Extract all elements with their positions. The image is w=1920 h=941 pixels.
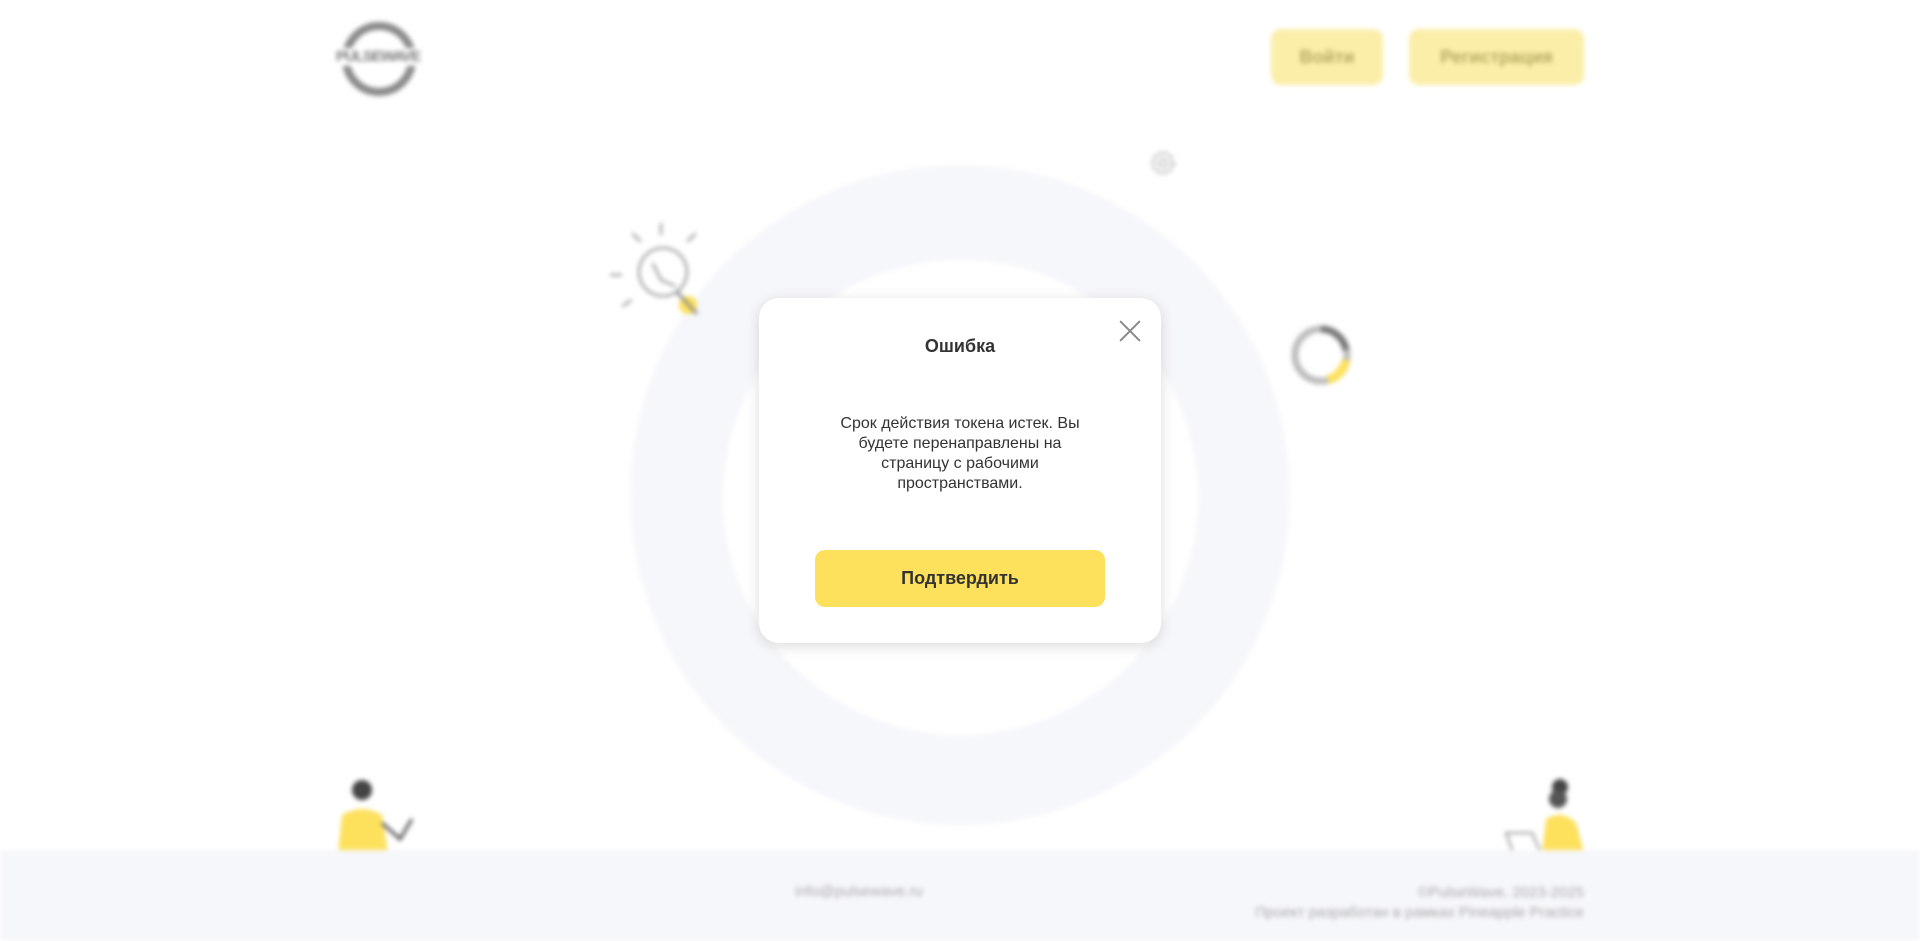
- footer-info: ©PulseWave, 2023-2025 Проект разработан …: [1255, 883, 1584, 923]
- register-button[interactable]: Регистрация: [1409, 29, 1584, 85]
- modal-title: Ошибка: [924, 336, 996, 356]
- error-modal: Ошибка Срок действия токена истек. Вы бу…: [759, 298, 1161, 643]
- footer: info@pulsewave.ru ©PulseWave, 2023-2025 …: [0, 850, 1920, 941]
- gear-icon: [1151, 151, 1175, 175]
- pulsewave-logo[interactable]: PULSEWAVE: [336, 22, 421, 96]
- lightbulb-icon: [610, 223, 699, 316]
- close-icon[interactable]: [1119, 320, 1141, 342]
- donut-chart-icon: [1291, 325, 1351, 385]
- man-illustration: [338, 780, 414, 853]
- woman-laptop-illustration: [1504, 779, 1584, 855]
- logo-text: PULSEWAVE: [336, 48, 421, 66]
- footer-email-link[interactable]: info@pulsewave.ru: [795, 883, 923, 900]
- confirm-button[interactable]: Подтвердить: [815, 550, 1105, 607]
- header: PULSEWAVE Войти Регистрация: [0, 0, 1920, 115]
- modal-message: Срок действия токена истек. Вы будете пе…: [840, 415, 1080, 492]
- login-button[interactable]: Войти: [1271, 29, 1383, 85]
- footer-copyright: ©PulseWave, 2023-2025: [1417, 884, 1584, 901]
- footer-project-note: Проект разработан в рамках Pineapple Pra…: [1255, 904, 1584, 921]
